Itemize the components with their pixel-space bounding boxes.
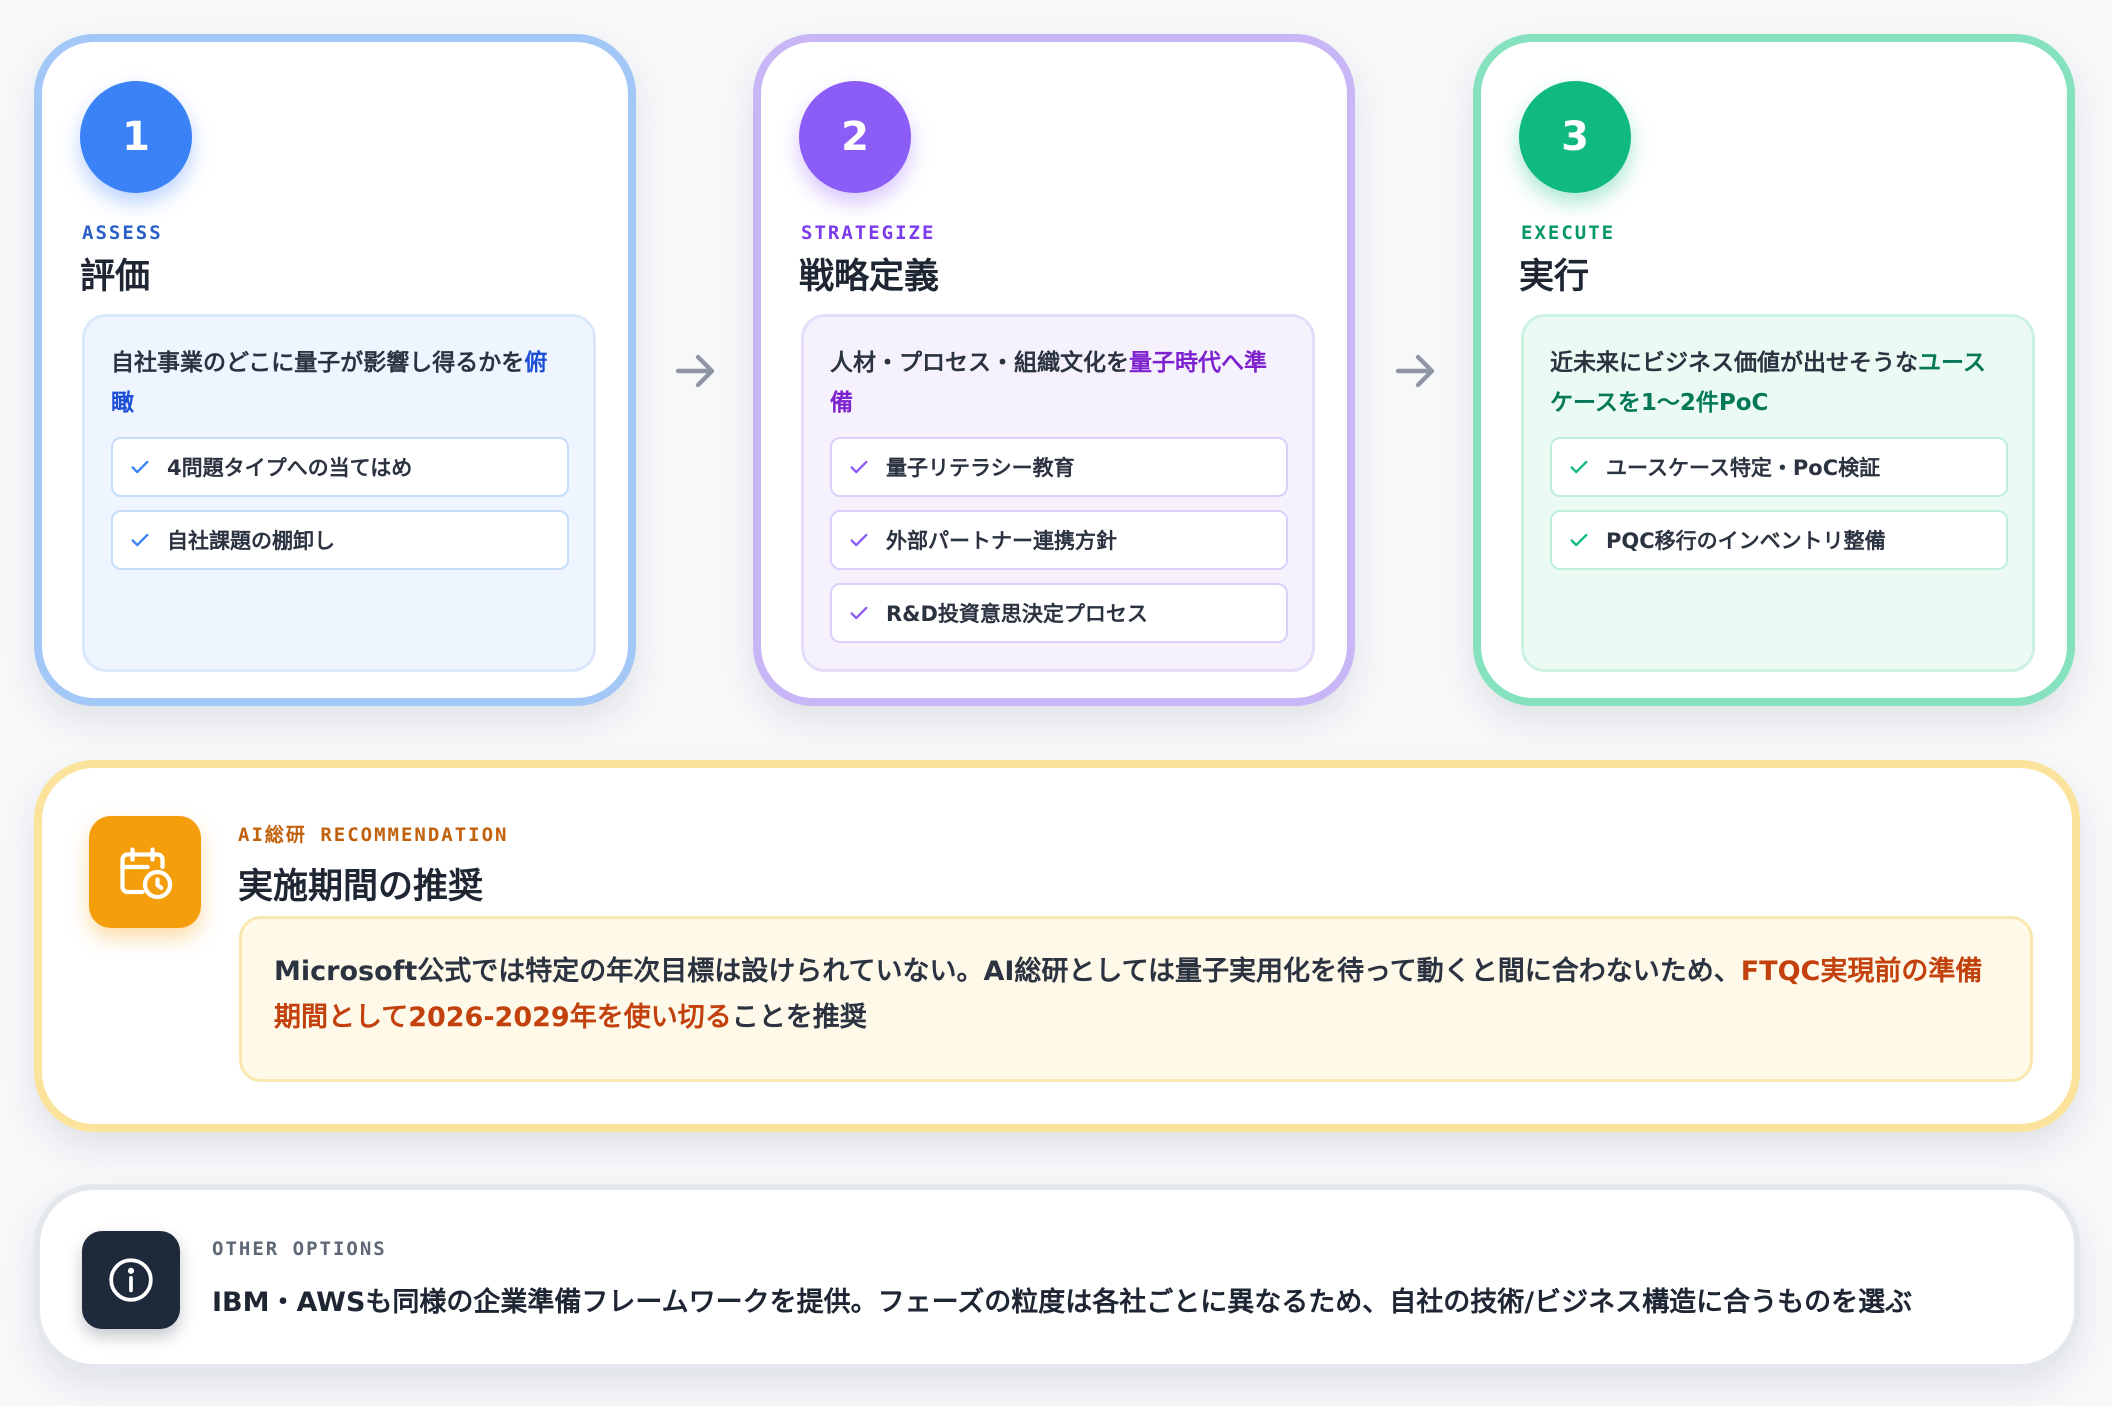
other-options-eng-label: OTHER OPTIONS [212, 1238, 387, 1260]
phase-item: 量子リテラシー教育 [830, 437, 1288, 497]
phase-title: 戦略定義 [799, 257, 940, 297]
other-options-card: OTHER OPTIONS IBM・AWSも同様の企業準備フレームワークを提供。… [34, 1184, 2080, 1370]
recommendation-card: AI総研 RECOMMENDATION 実施期間の推奨 Microsoft公式で… [34, 760, 2080, 1132]
check-icon [1570, 460, 1588, 474]
phase-number-badge: 3 [1519, 81, 1631, 193]
info-icon [82, 1231, 180, 1329]
phase-card-assess: 1 ASSESS 評価 自社事業のどこに量子が影響し得るかを俯瞰 4問題タイプへ… [34, 34, 636, 706]
other-options-text: IBM・AWSも同様の企業準備フレームワークを提供。フェーズの粒度は各社ごとに異… [212, 1287, 1913, 1318]
phase-eng-label: STRATEGIZE [801, 222, 936, 244]
check-icon [131, 460, 149, 474]
check-icon [131, 533, 149, 547]
phase-detail-box: 近未来にビジネス価値が出せそうなユースケースを1〜2件PoC ユースケース特定・… [1521, 314, 2035, 672]
phase-item: 4問題タイプへの当てはめ [111, 437, 569, 497]
phase-item: 外部パートナー連携方針 [830, 510, 1288, 570]
check-icon [850, 606, 868, 620]
arrow-right-icon [675, 354, 715, 388]
phase-eng-label: ASSESS [82, 222, 163, 244]
recommendation-title: 実施期間の推奨 [238, 867, 484, 907]
phase-number-badge: 1 [80, 81, 192, 193]
phase-eng-label: EXECUTE [1521, 222, 1616, 244]
phase-detail-box: 人材・プロセス・組織文化を量子時代へ準備 量子リテラシー教育 外部パートナー連携… [801, 314, 1315, 672]
arrow-right-icon [1395, 354, 1435, 388]
phase-description: 人材・プロセス・組織文化を量子時代へ準備 [830, 350, 1267, 416]
phase-item: R&D投資意思決定プロセス [830, 583, 1288, 643]
check-icon [850, 460, 868, 474]
phase-detail-box: 自社事業のどこに量子が影響し得るかを俯瞰 4問題タイプへの当てはめ 自社課題の棚… [82, 314, 596, 672]
phase-number-badge: 2 [799, 81, 911, 193]
phase-description: 近未来にビジネス価値が出せそうなユースケースを1〜2件PoC [1550, 350, 1986, 416]
calendar-clock-icon [89, 816, 201, 928]
phase-item: ユースケース特定・PoC検証 [1550, 437, 2008, 497]
phase-item: PQC移行のインベントリ整備 [1550, 510, 2008, 570]
phase-item: 自社課題の棚卸し [111, 510, 569, 570]
check-icon [850, 533, 868, 547]
phase-title: 実行 [1519, 257, 1590, 297]
phase-card-strategize: 2 STRATEGIZE 戦略定義 人材・プロセス・組織文化を量子時代へ準備 量… [753, 34, 1355, 706]
recommendation-eng-label: AI総研 RECOMMENDATION [238, 824, 509, 846]
phase-title: 評価 [80, 257, 151, 297]
phase-description: 自社事業のどこに量子が影響し得るかを俯瞰 [111, 350, 548, 416]
check-icon [1570, 533, 1588, 547]
phase-card-execute: 3 EXECUTE 実行 近未来にビジネス価値が出せそうなユースケースを1〜2件… [1473, 34, 2075, 706]
recommendation-text-box: Microsoft公式では特定の年次目標は設けられていない。AI総研としては量子… [239, 916, 2033, 1082]
